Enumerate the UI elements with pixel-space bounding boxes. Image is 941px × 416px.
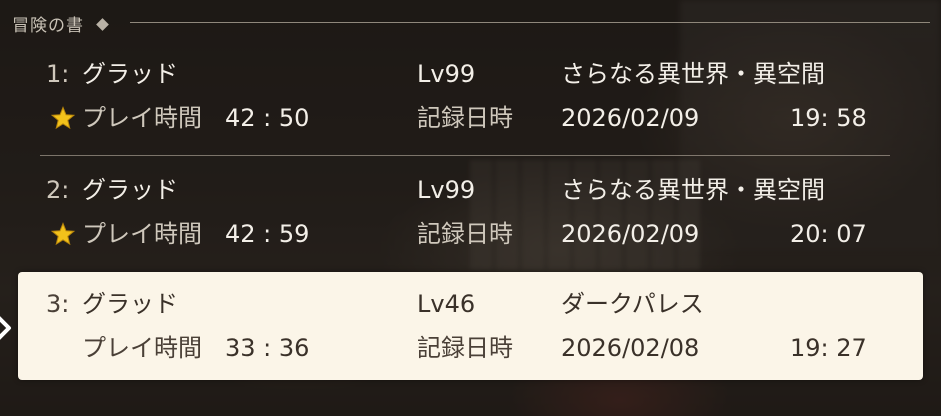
- playtime-label: プレイ時間: [82, 334, 202, 362]
- record-date: 2026/02/08: [561, 334, 700, 362]
- slot-divider: [40, 155, 890, 156]
- menu-title: 冒険の書: [12, 15, 84, 36]
- character-level: Lv99: [417, 176, 476, 204]
- diamond-icon: [96, 17, 109, 31]
- slot-number: 3:: [46, 290, 70, 318]
- header-divider: [130, 22, 930, 23]
- save-slot-2[interactable]: 2: グラッド Lv99 さらなる異世界・異空間 プレイ時間 42 : 59 記…: [18, 166, 923, 278]
- slot-number: 1:: [46, 60, 70, 88]
- character-name: グラッド: [82, 60, 178, 88]
- character-name: グラッド: [82, 290, 178, 318]
- save-slot-1[interactable]: 1: グラッド Lv99 さらなる異世界・異空間 プレイ時間 42 : 50 記…: [18, 50, 923, 162]
- record-label: 記録日時: [417, 334, 513, 362]
- record-date: 2026/02/09: [561, 220, 700, 248]
- record-label: 記録日時: [417, 104, 513, 132]
- playtime-value: 42 : 50: [225, 104, 310, 132]
- character-name: グラッド: [82, 176, 178, 204]
- save-slot-3-selected[interactable]: 3: グラッド Lv46 ダークパレス プレイ時間 33 : 36 記録日時 2…: [18, 272, 923, 380]
- playtime-label: プレイ時間: [82, 104, 202, 132]
- record-time: 20: 07: [790, 220, 867, 248]
- record-time: 19: 58: [790, 104, 867, 132]
- record-time: 19: 27: [790, 334, 867, 362]
- star-icon: [51, 222, 75, 246]
- location-name: ダークパレス: [561, 290, 704, 318]
- slot-number: 2:: [46, 176, 70, 204]
- star-icon: [51, 106, 75, 130]
- character-level: Lv99: [417, 60, 476, 88]
- character-level: Lv46: [417, 290, 476, 318]
- record-label: 記録日時: [417, 220, 513, 248]
- record-date: 2026/02/09: [561, 104, 700, 132]
- location-name: さらなる異世界・異空間: [561, 176, 825, 204]
- playtime-label: プレイ時間: [82, 220, 202, 248]
- playtime-value: 42 : 59: [225, 220, 310, 248]
- location-name: さらなる異世界・異空間: [561, 60, 825, 88]
- chevron-right-icon: [0, 316, 11, 340]
- playtime-value: 33 : 36: [225, 334, 310, 362]
- menu-header: 冒険の書: [12, 10, 109, 36]
